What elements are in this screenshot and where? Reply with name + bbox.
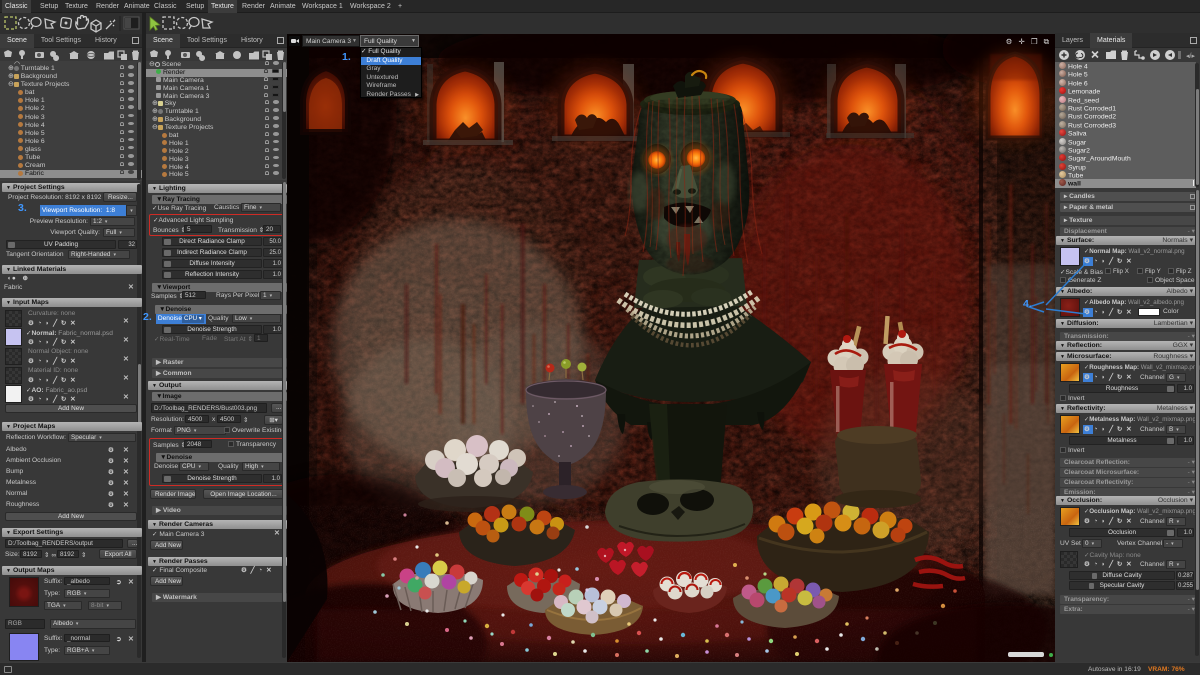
svg-text:◂/▸: ◂/▸ <box>1186 53 1195 60</box>
